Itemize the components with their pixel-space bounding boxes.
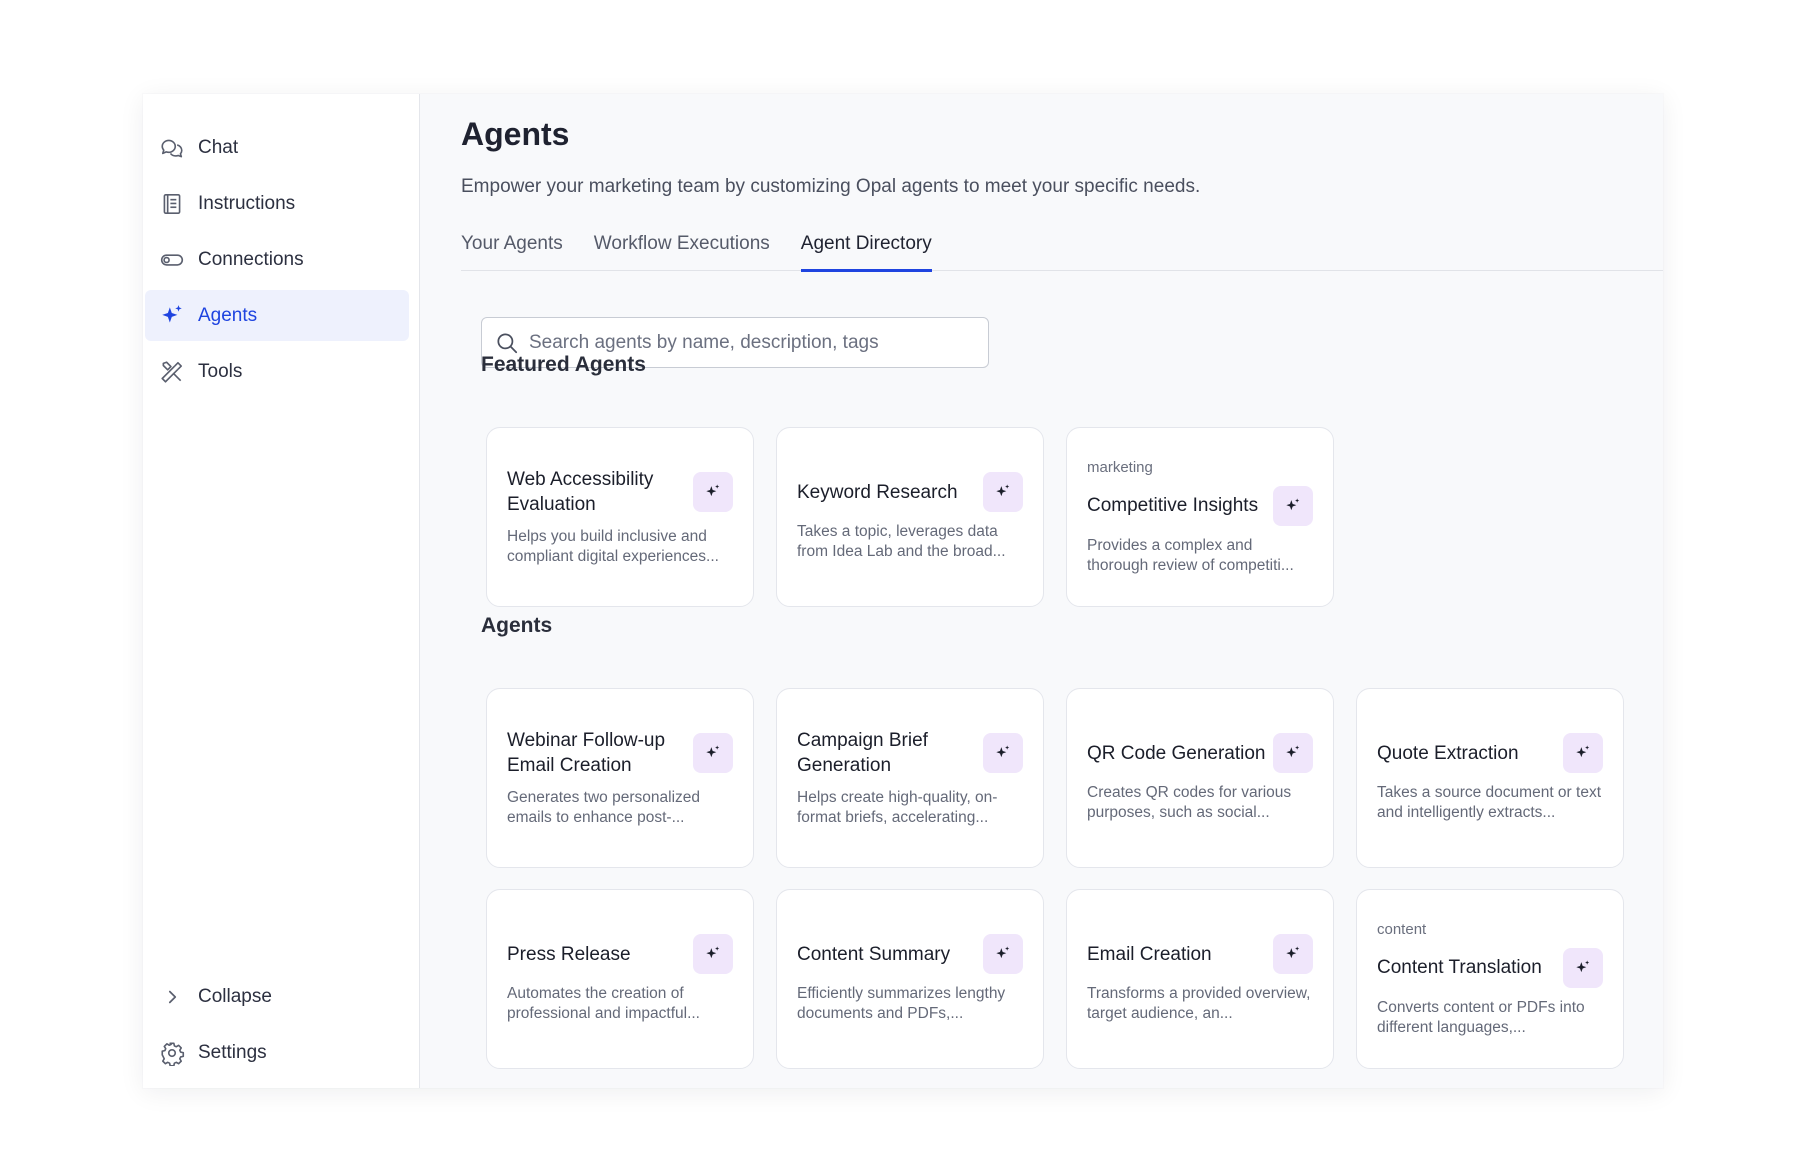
chevron-right-icon bbox=[159, 984, 185, 1010]
agent-card-description: Efficiently summarizes lengthy documents… bbox=[797, 985, 1006, 1022]
agent-card-title: Content Translation bbox=[1377, 957, 1542, 978]
agent-card-description: Automates the creation of professional a… bbox=[507, 985, 700, 1022]
agent-card[interactable]: Quote Extraction Takes a source document… bbox=[1356, 688, 1624, 868]
sidebar: Chat Instructions Connections Agents Too… bbox=[143, 94, 420, 1088]
agent-card[interactable]: Content Summary Efficiently summarizes l… bbox=[776, 889, 1044, 1069]
agent-card[interactable]: marketing Competitive Insights Provides … bbox=[1066, 427, 1334, 607]
page-title: Agents bbox=[461, 116, 570, 152]
sparkle-icon bbox=[983, 472, 1023, 512]
sparkle-icon bbox=[693, 733, 733, 773]
agent-card-title: Quote Extraction bbox=[1377, 742, 1519, 764]
agent-card-description: Converts content or PDFs into different … bbox=[1377, 998, 1585, 1036]
agent-card-tag: marketing bbox=[1087, 458, 1153, 476]
agent-card-title: Competitive Insights bbox=[1087, 495, 1259, 516]
sidebar-item-connections[interactable]: Connections bbox=[145, 234, 409, 285]
chat-icon bbox=[159, 135, 185, 161]
agent-card-description: Creates QR codes for various purposes, s… bbox=[1087, 784, 1292, 821]
agent-card[interactable]: Email Creation Transforms a provided ove… bbox=[1066, 889, 1334, 1069]
main-content: Agents Empower your marketing team by cu… bbox=[420, 94, 1663, 1088]
agent-card-description: Transforms a provided overview, target a… bbox=[1087, 985, 1311, 1022]
search-input[interactable] bbox=[529, 331, 969, 354]
tab-workflow-executions[interactable]: Workflow Executions bbox=[594, 232, 770, 271]
sparkle-icon bbox=[1273, 733, 1313, 773]
sidebar-item-instructions[interactable]: Instructions bbox=[145, 178, 409, 229]
agents-grid-row-2: Press Release Automates the creation of … bbox=[486, 889, 1624, 1069]
settings-label: Settings bbox=[198, 1041, 267, 1063]
agent-card-title: Web Accessibility Evaluation bbox=[507, 469, 654, 515]
agent-card-description: Generates two personalized emails to enh… bbox=[507, 789, 701, 826]
sparkle-icon bbox=[983, 934, 1023, 974]
search-icon bbox=[494, 330, 520, 356]
agent-card-tag: content bbox=[1377, 920, 1427, 938]
sidebar-item-chat[interactable]: Chat bbox=[145, 122, 409, 173]
sparkle-icon bbox=[1563, 733, 1603, 773]
agent-card[interactable]: QR Code Generation Creates QR codes for … bbox=[1066, 688, 1334, 868]
tab-bar: Your Agents Workflow Executions Agent Di… bbox=[461, 232, 1663, 272]
sparkle-icon bbox=[693, 934, 733, 974]
agent-card-title: Content Summary bbox=[797, 943, 951, 965]
collapse-label: Collapse bbox=[198, 985, 272, 1007]
featured-agents-heading: Featured Agents bbox=[481, 353, 646, 376]
agent-card-description: Provides a complex and thorough review o… bbox=[1087, 536, 1294, 574]
toggle-icon bbox=[159, 247, 185, 273]
agent-card[interactable]: Web Accessibility Evaluation Helps you b… bbox=[486, 427, 754, 607]
page-description: Empower your marketing team by customizi… bbox=[461, 176, 1201, 197]
sparkle-icon bbox=[1563, 947, 1603, 988]
agent-card[interactable]: Campaign Brief Generation Helps create h… bbox=[776, 688, 1044, 868]
sidebar-item-label: Agents bbox=[198, 304, 258, 326]
agents-heading: Agents bbox=[481, 614, 553, 637]
collapse-button[interactable]: Collapse bbox=[145, 971, 409, 1022]
agent-card-title: Campaign Brief Generation bbox=[797, 730, 928, 776]
sparkle-icon bbox=[983, 733, 1023, 773]
agent-card-title: Email Creation bbox=[1087, 943, 1212, 965]
agent-card[interactable]: content Content Translation Converts con… bbox=[1356, 889, 1624, 1069]
document-icon bbox=[159, 191, 185, 217]
sparkle-icon bbox=[1273, 934, 1313, 974]
sidebar-item-tools[interactable]: Tools bbox=[145, 346, 409, 397]
agent-card[interactable]: Keyword Research Takes a topic, leverage… bbox=[776, 427, 1044, 607]
agent-card-description: Takes a topic, leverages data from Idea … bbox=[797, 523, 1006, 560]
sidebar-item-label: Tools bbox=[198, 360, 243, 382]
tools-icon bbox=[159, 359, 185, 385]
featured-agents-grid: Web Accessibility Evaluation Helps you b… bbox=[486, 427, 1334, 607]
settings-button[interactable]: Settings bbox=[145, 1027, 409, 1078]
gear-icon bbox=[159, 1040, 185, 1066]
sidebar-item-label: Instructions bbox=[198, 192, 296, 214]
sidebar-item-label: Chat bbox=[198, 136, 239, 158]
agent-card-title: Webinar Follow-up Email Creation bbox=[507, 730, 666, 776]
app-window: Chat Instructions Connections Agents Too… bbox=[143, 94, 1663, 1088]
agent-card[interactable]: Webinar Follow-up Email Creation Generat… bbox=[486, 688, 754, 868]
sidebar-item-agents[interactable]: Agents bbox=[145, 290, 409, 341]
tab-agent-directory[interactable]: Agent Directory bbox=[800, 232, 932, 272]
sidebar-footer: Collapse Settings bbox=[145, 971, 409, 1083]
agent-card[interactable]: Press Release Automates the creation of … bbox=[486, 889, 754, 1069]
agent-card-title: Press Release bbox=[507, 943, 631, 965]
sparkle-icon bbox=[159, 303, 185, 329]
agent-card-title: QR Code Generation bbox=[1087, 742, 1266, 764]
agent-card-description: Helps create high-quality, on-format bri… bbox=[797, 789, 998, 826]
agent-card-description: Helps you build inclusive and compliant … bbox=[507, 528, 719, 565]
sparkle-icon bbox=[693, 472, 733, 512]
agent-card-title: Keyword Research bbox=[797, 481, 958, 503]
sparkle-icon bbox=[1273, 485, 1313, 526]
agent-card-description: Takes a source document or text and inte… bbox=[1377, 784, 1602, 821]
sidebar-item-label: Connections bbox=[198, 248, 304, 270]
sidebar-nav: Chat Instructions Connections Agents Too… bbox=[145, 122, 409, 402]
agents-grid-row-1: Webinar Follow-up Email Creation Generat… bbox=[486, 688, 1624, 868]
tab-your-agents[interactable]: Your Agents bbox=[461, 232, 563, 271]
